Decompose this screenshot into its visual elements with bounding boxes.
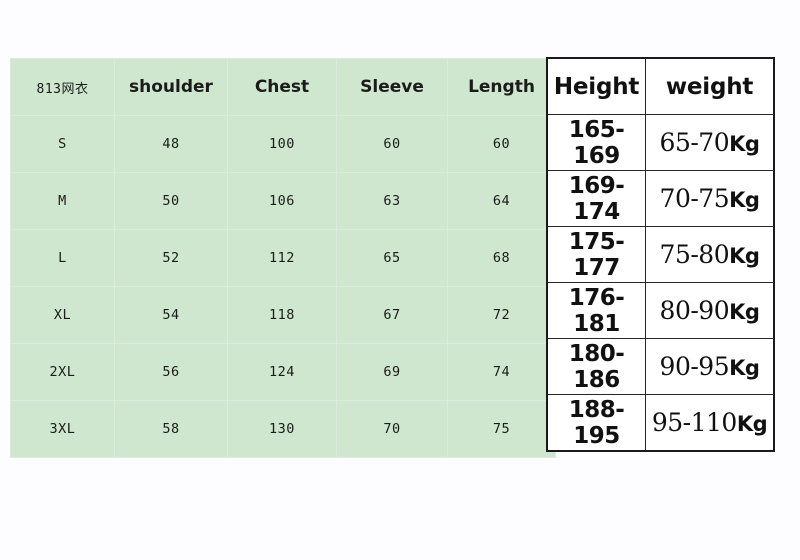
size-table-body: S 48 100 60 60 M 50 106 63 64 L 52 112 6…: [10, 115, 556, 458]
weight-unit: Kg: [729, 356, 760, 380]
cell-height: 188-195: [546, 394, 646, 452]
cell-chest: 130: [227, 400, 337, 458]
cell-size: L: [10, 229, 115, 287]
table-row: XL 54 118 67 72: [10, 286, 556, 344]
weight-unit: Kg: [729, 188, 760, 212]
table-row: 3XL 58 130 70 75: [10, 400, 556, 458]
cell-shoulder: 48: [114, 115, 228, 173]
cell-length: 75: [447, 400, 556, 458]
table-row: 169-174 70-75Kg: [546, 170, 775, 227]
cell-length: 60: [447, 115, 556, 173]
cell-sleeve: 67: [336, 286, 448, 344]
table-row: 180-186 90-95Kg: [546, 338, 775, 395]
table-row: L 52 112 65 68: [10, 229, 556, 287]
cell-sleeve: 60: [336, 115, 448, 173]
size-table-header-row: 813网衣 shoulder Chest Sleeve Length: [10, 58, 556, 116]
cell-weight: 80-90Kg: [645, 282, 775, 339]
height-weight-table: Height weight 165-169 65-70Kg 169-174 70…: [546, 57, 775, 452]
size-chart-image: 813网衣 shoulder Chest Sleeve Length S 48 …: [0, 0, 800, 560]
hw-table-header: Height weight: [546, 57, 775, 115]
cell-shoulder: 50: [114, 172, 228, 230]
cell-sleeve: 69: [336, 343, 448, 401]
table-row: 176-181 80-90Kg: [546, 282, 775, 339]
table-row: 175-177 75-80Kg: [546, 226, 775, 283]
table-row: 188-195 95-110Kg: [546, 394, 775, 452]
cell-sleeve: 65: [336, 229, 448, 287]
cell-shoulder: 52: [114, 229, 228, 287]
cell-weight: 75-80Kg: [645, 226, 775, 283]
weight-unit: Kg: [729, 244, 760, 268]
column-header-weight: weight: [645, 57, 775, 115]
size-table-header: 813网衣 shoulder Chest Sleeve Length: [10, 58, 556, 116]
column-header-length: Length: [447, 58, 556, 116]
weight-value: 95-110: [651, 408, 737, 437]
cell-height: 169-174: [546, 170, 646, 227]
cell-size: 3XL: [10, 400, 115, 458]
cell-shoulder: 54: [114, 286, 228, 344]
hw-table-header-row: Height weight: [546, 57, 775, 115]
cell-chest: 124: [227, 343, 337, 401]
weight-unit: Kg: [736, 412, 768, 436]
cell-height: 176-181: [546, 282, 646, 339]
weight-value: 65-70: [659, 128, 730, 157]
cell-weight: 90-95Kg: [645, 338, 775, 395]
cell-chest: 118: [227, 286, 337, 344]
table-row: 165-169 65-70Kg: [546, 114, 775, 171]
garment-measurements-table: 813网衣 shoulder Chest Sleeve Length S 48 …: [10, 58, 556, 458]
cell-length: 64: [447, 172, 556, 230]
weight-value: 75-80: [659, 240, 730, 269]
weight-unit: Kg: [729, 300, 760, 324]
cell-length: 68: [447, 229, 556, 287]
column-header-chest: Chest: [227, 58, 337, 116]
weight-value: 70-75: [659, 184, 730, 213]
table-row: M 50 106 63 64: [10, 172, 556, 230]
cell-chest: 106: [227, 172, 337, 230]
cell-height: 165-169: [546, 114, 646, 171]
cell-height: 180-186: [546, 338, 646, 395]
column-header-height: Height: [546, 57, 646, 115]
cell-size: XL: [10, 286, 115, 344]
cell-chest: 112: [227, 229, 337, 287]
table-row: S 48 100 60 60: [10, 115, 556, 173]
cell-weight: 95-110Kg: [645, 394, 775, 452]
cell-sleeve: 70: [336, 400, 448, 458]
cell-size: 2XL: [10, 343, 115, 401]
weight-value: 90-95: [659, 352, 730, 381]
cell-sleeve: 63: [336, 172, 448, 230]
hw-table-body: 165-169 65-70Kg 169-174 70-75Kg 175-177 …: [546, 114, 775, 452]
cell-length: 74: [447, 343, 556, 401]
cell-length: 72: [447, 286, 556, 344]
column-header-size-code: 813网衣: [10, 58, 115, 116]
cell-size: M: [10, 172, 115, 230]
cell-weight: 70-75Kg: [645, 170, 775, 227]
weight-value: 80-90: [659, 296, 730, 325]
weight-unit: Kg: [729, 132, 760, 156]
cell-size: S: [10, 115, 115, 173]
cell-chest: 100: [227, 115, 337, 173]
cell-weight: 65-70Kg: [645, 114, 775, 171]
column-header-sleeve: Sleeve: [336, 58, 448, 116]
table-row: 2XL 56 124 69 74: [10, 343, 556, 401]
cell-shoulder: 58: [114, 400, 228, 458]
cell-shoulder: 56: [114, 343, 228, 401]
cell-height: 175-177: [546, 226, 646, 283]
column-header-shoulder: shoulder: [114, 58, 228, 116]
